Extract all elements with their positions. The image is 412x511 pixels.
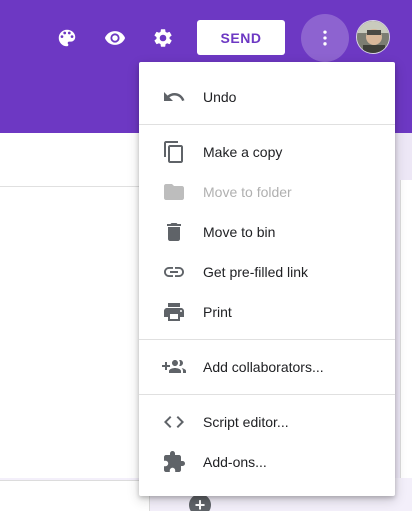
undo-icon [162, 85, 186, 109]
menu-label: Add-ons... [203, 454, 267, 470]
menu-item-print[interactable]: Print [139, 294, 395, 330]
menu-label: Add collaborators... [203, 359, 324, 375]
menu-item-prefilled-link[interactable]: Get pre-filled link [139, 254, 395, 290]
more-vert-icon [323, 30, 327, 46]
menu-divider [139, 339, 395, 340]
menu-label: Undo [203, 89, 237, 105]
add-question-icon[interactable]: + [189, 494, 211, 511]
menu-item-undo[interactable]: Undo [139, 79, 395, 115]
menu-item-script-editor[interactable]: Script editor... [139, 404, 395, 440]
menu-label: Make a copy [203, 144, 283, 160]
folder-icon [162, 180, 186, 204]
menu-item-add-collaborators[interactable]: Add collaborators... [139, 349, 395, 385]
avatar[interactable] [356, 20, 390, 54]
side-panel [400, 180, 412, 511]
eye-icon[interactable] [103, 26, 127, 50]
palette-icon[interactable] [55, 26, 79, 50]
add-people-icon [162, 355, 186, 379]
menu-label: Script editor... [203, 414, 289, 430]
send-button[interactable]: SEND [197, 20, 285, 55]
menu-item-add-ons[interactable]: Add-ons... [139, 444, 395, 480]
gear-icon[interactable] [151, 26, 175, 50]
question-card[interactable] [0, 480, 150, 511]
menu-label: Move to bin [203, 224, 276, 240]
print-icon [162, 300, 186, 324]
menu-item-make-copy[interactable]: Make a copy [139, 134, 395, 170]
menu-item-move-to-folder: Move to folder [139, 174, 395, 210]
more-options-button[interactable] [301, 14, 349, 62]
puzzle-icon [162, 450, 186, 474]
link-icon [162, 260, 186, 284]
menu-label: Move to folder [203, 184, 292, 200]
trash-icon [162, 220, 186, 244]
menu-divider [139, 124, 395, 125]
more-options-menu: Undo Make a copy Move to folder Move to … [139, 62, 395, 496]
menu-item-move-to-bin[interactable]: Move to bin [139, 214, 395, 250]
menu-label: Print [203, 304, 232, 320]
code-icon [162, 410, 186, 434]
menu-divider [139, 394, 395, 395]
copy-icon [162, 140, 186, 164]
menu-label: Get pre-filled link [203, 264, 309, 280]
